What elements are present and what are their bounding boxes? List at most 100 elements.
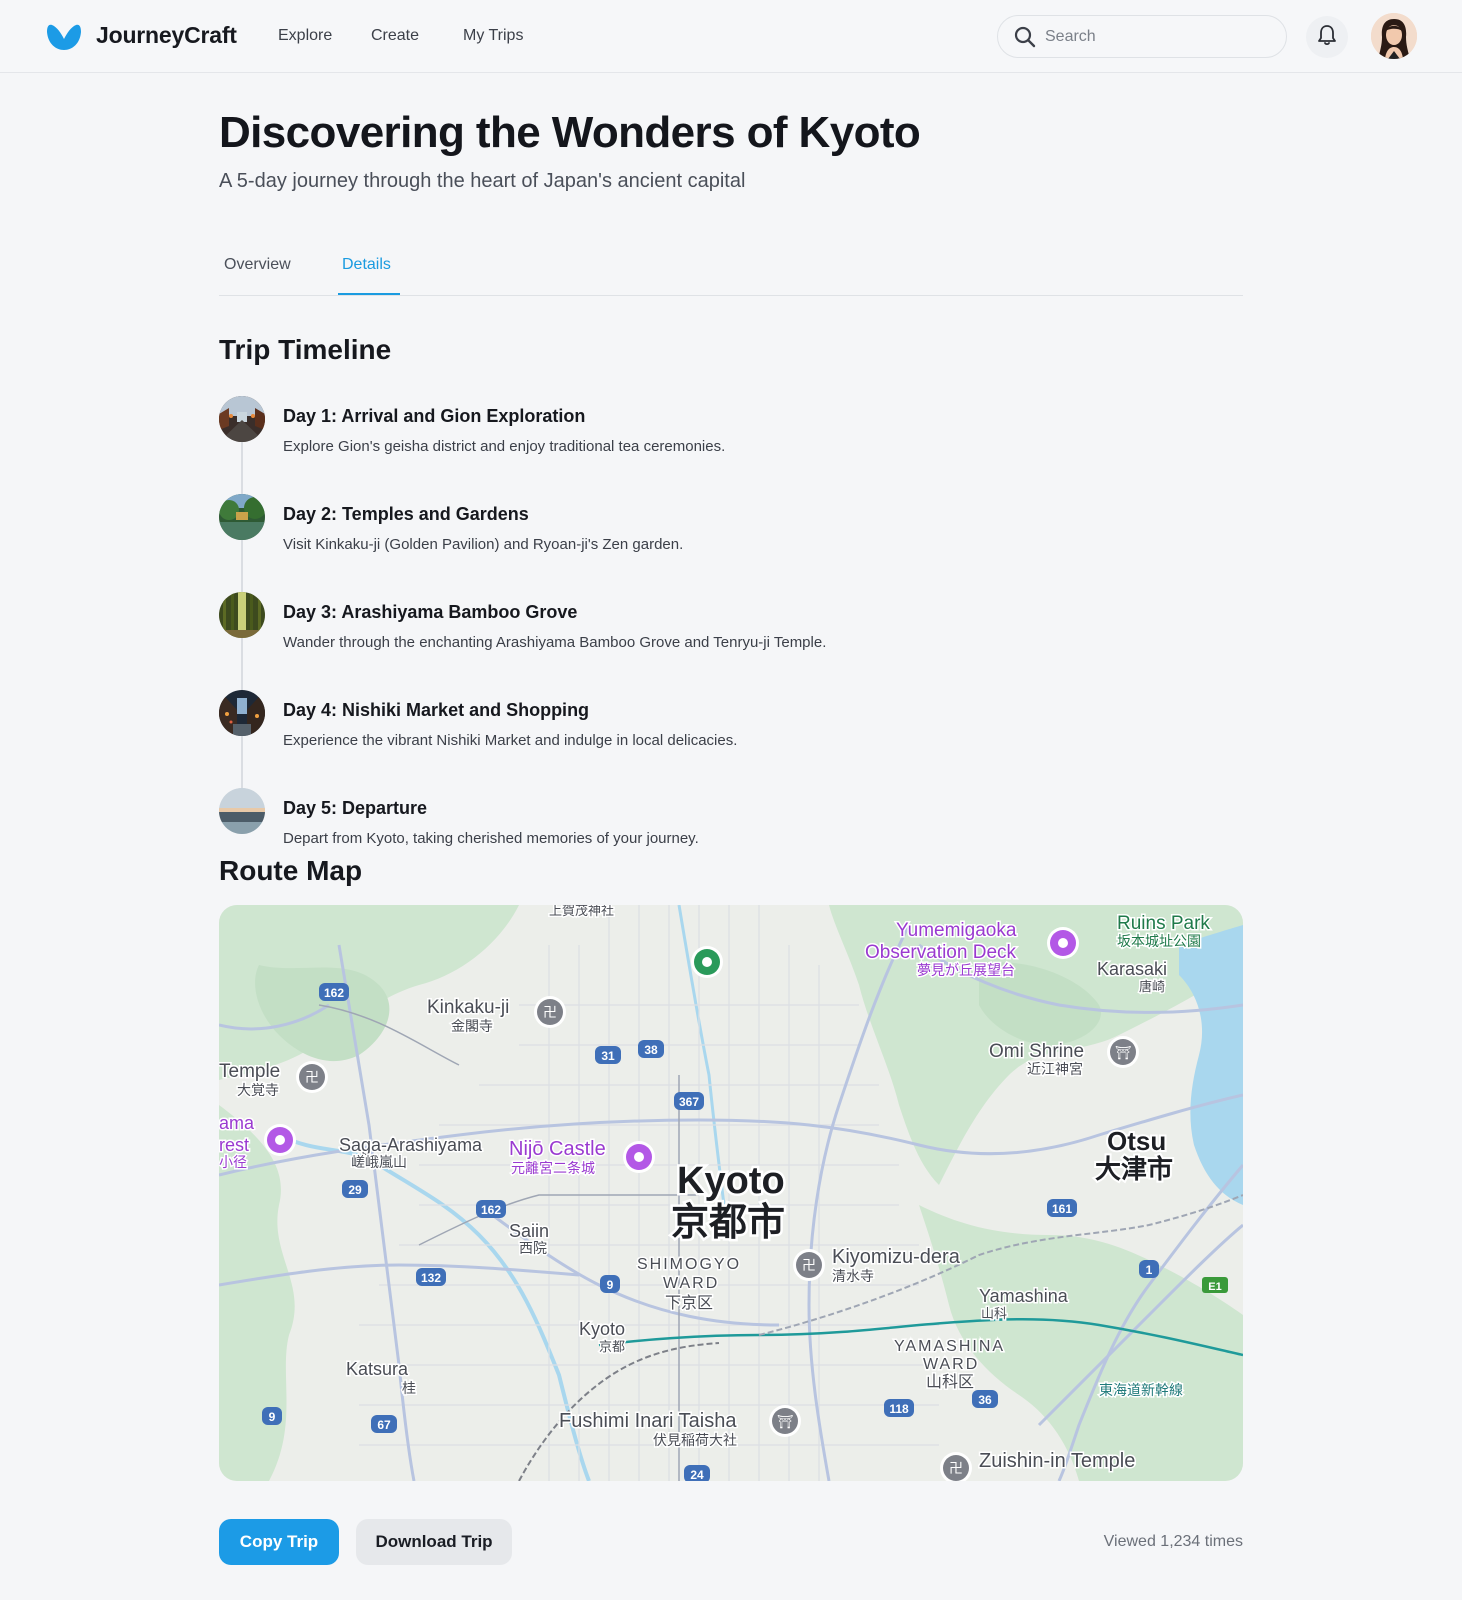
- user-avatar[interactable]: [1371, 13, 1417, 59]
- svg-text:ama: ama: [219, 1113, 255, 1133]
- svg-text:24: 24: [690, 1468, 704, 1481]
- nav-my-trips[interactable]: My Trips: [463, 27, 523, 45]
- svg-text:大覚寺: 大覚寺: [237, 1082, 279, 1098]
- tab-bar: Overview Details: [219, 248, 1243, 296]
- nav-create[interactable]: Create: [371, 27, 419, 45]
- timeline-item-day-1: Day 1: Arrival and Gion Exploration Expl…: [219, 396, 1119, 466]
- svg-text:西院: 西院: [519, 1240, 547, 1256]
- svg-text:31: 31: [601, 1049, 615, 1063]
- svg-text:卍: 卍: [949, 1461, 963, 1477]
- route-map-heading: Route Map: [219, 855, 363, 886]
- svg-text:29: 29: [348, 1183, 362, 1197]
- svg-text:Katsura: Katsura: [346, 1359, 409, 1379]
- svg-text:Yamashina: Yamashina: [979, 1286, 1069, 1306]
- svg-text:Omi Shrine: Omi Shrine: [989, 1041, 1084, 1062]
- day-1-description: Explore Gion's geisha district and enjoy…: [283, 438, 726, 455]
- notifications-button[interactable]: [1306, 16, 1348, 58]
- day-2-title: Day 2: Temples and Gardens: [283, 504, 529, 524]
- svg-text:Yumemigaoka: Yumemigaoka: [896, 920, 1017, 941]
- bell-icon: [1317, 24, 1337, 51]
- search-input[interactable]: [1045, 26, 1265, 48]
- svg-text:⛩: ⛩: [777, 1414, 794, 1430]
- timeline-item-day-3: Day 3: Arashiyama Bamboo Grove Wander th…: [219, 592, 1119, 662]
- svg-text:夢見が丘展望台: 夢見が丘展望台: [917, 962, 1015, 978]
- svg-text:WARD: WARD: [923, 1356, 979, 1373]
- svg-text:162: 162: [324, 986, 344, 1000]
- svg-text:京都市: 京都市: [671, 1202, 785, 1244]
- svg-text:9: 9: [269, 1410, 276, 1424]
- svg-text:Ruins Park: Ruins Park: [1117, 913, 1210, 934]
- day-5-description: Depart from Kyoto, taking cherished memo…: [283, 830, 699, 847]
- svg-text:近江神宮: 近江神宮: [1027, 1061, 1083, 1077]
- day-5-thumbnail: [219, 788, 265, 834]
- svg-text:下京区: 下京区: [665, 1294, 713, 1312]
- svg-text:卍: 卍: [802, 1258, 816, 1274]
- copy-trip-button[interactable]: Copy Trip: [219, 1519, 339, 1565]
- svg-text:京都: 京都: [599, 1339, 625, 1354]
- svg-text:132: 132: [421, 1271, 441, 1285]
- timeline-item-day-5: Day 5: Departure Depart from Kyoto, taki…: [219, 788, 1119, 858]
- nav-explore[interactable]: Explore: [278, 27, 332, 45]
- svg-text:Zuishin-in Temple: Zuishin-in Temple: [979, 1450, 1135, 1472]
- svg-text:Observation Deck: Observation Deck: [865, 942, 1017, 963]
- svg-text:坂本城址公園: 坂本城址公園: [1117, 933, 1201, 949]
- svg-text:rest: rest: [219, 1135, 249, 1155]
- svg-text:Kyoto: Kyoto: [677, 1160, 785, 1202]
- day-3-thumbnail: [219, 592, 265, 638]
- svg-text:YAMASHINA: YAMASHINA: [894, 1338, 1005, 1355]
- timeline-item-day-2: Day 2: Temples and Gardens Visit Kinkaku…: [219, 494, 1119, 564]
- svg-text:清水寺: 清水寺: [832, 1268, 874, 1284]
- butterfly-logo-icon[interactable]: [46, 22, 82, 52]
- svg-text:Karasaki: Karasaki: [1097, 959, 1167, 979]
- svg-text:67: 67: [377, 1418, 391, 1432]
- svg-text:36: 36: [978, 1393, 992, 1407]
- svg-text:161: 161: [1052, 1202, 1072, 1216]
- svg-text:Otsu: Otsu: [1107, 1126, 1166, 1156]
- svg-text:Kyoto: Kyoto: [579, 1319, 625, 1339]
- svg-text:Fushimi Inari Taisha: Fushimi Inari Taisha: [559, 1410, 737, 1432]
- svg-text:上賀茂神社: 上賀茂神社: [549, 905, 614, 918]
- svg-text:元離宮二条城: 元離宮二条城: [511, 1160, 595, 1176]
- svg-text:伏見稲荷大社: 伏見稲荷大社: [653, 1432, 737, 1448]
- svg-text:Kiyomizu-dera: Kiyomizu-dera: [832, 1246, 961, 1268]
- svg-text:Saga-Arashiyama: Saga-Arashiyama: [339, 1135, 483, 1155]
- page-title: Discovering the Wonders of Kyoto: [219, 108, 921, 157]
- svg-text:山科区: 山科区: [926, 1373, 974, 1391]
- page-subtitle: A 5-day journey through the heart of Jap…: [219, 170, 746, 192]
- day-4-title: Day 4: Nishiki Market and Shopping: [283, 700, 590, 720]
- svg-text:Saiin: Saiin: [509, 1221, 549, 1241]
- svg-text:SHIMOGYO: SHIMOGYO: [637, 1256, 741, 1273]
- svg-text:162: 162: [481, 1203, 501, 1217]
- svg-text:嵯峨嵐山: 嵯峨嵐山: [351, 1154, 407, 1170]
- brand-name[interactable]: JourneyCraft: [96, 22, 237, 49]
- svg-text:118: 118: [889, 1402, 909, 1416]
- svg-text:東海道新幹線: 東海道新幹線: [1099, 1382, 1183, 1398]
- svg-text:367: 367: [679, 1095, 699, 1109]
- svg-text:唐崎: 唐崎: [1139, 979, 1165, 994]
- svg-text:38: 38: [644, 1043, 658, 1057]
- day-1-title: Day 1: Arrival and Gion Exploration: [283, 406, 586, 426]
- svg-text:大津市: 大津市: [1095, 1154, 1173, 1184]
- svg-text:Kinkaku-ji: Kinkaku-ji: [427, 997, 509, 1018]
- view-count: Viewed 1,234 times: [1103, 1533, 1243, 1550]
- svg-text:Temple: Temple: [219, 1061, 280, 1082]
- svg-text:山科: 山科: [981, 1306, 1007, 1321]
- svg-text:E1: E1: [1208, 1281, 1221, 1293]
- svg-text:小径: 小径: [219, 1154, 247, 1170]
- tab-overview[interactable]: Overview: [224, 256, 291, 274]
- svg-text:WARD: WARD: [663, 1275, 719, 1292]
- day-5-title: Day 5: Departure: [283, 798, 428, 818]
- day-4-description: Experience the vibrant Nishiki Market an…: [283, 732, 738, 749]
- search-box[interactable]: [997, 15, 1287, 58]
- route-shield-162a: 162: [319, 983, 349, 1001]
- route-map[interactable]: 162 31 38 367 29 162 132 9 161 1 118 36 …: [219, 905, 1243, 1481]
- tab-details[interactable]: Details: [342, 256, 391, 274]
- svg-text:金閣寺: 金閣寺: [451, 1018, 493, 1034]
- svg-text:1: 1: [1146, 1263, 1153, 1277]
- svg-text:⛩: ⛩: [1115, 1045, 1132, 1061]
- download-trip-button[interactable]: Download Trip: [356, 1519, 512, 1565]
- timeline-heading: Trip Timeline: [219, 334, 392, 365]
- day-1-thumbnail: [219, 396, 265, 442]
- svg-text:Nijō Castle: Nijō Castle: [509, 1138, 606, 1160]
- svg-text:卍: 卍: [543, 1005, 557, 1021]
